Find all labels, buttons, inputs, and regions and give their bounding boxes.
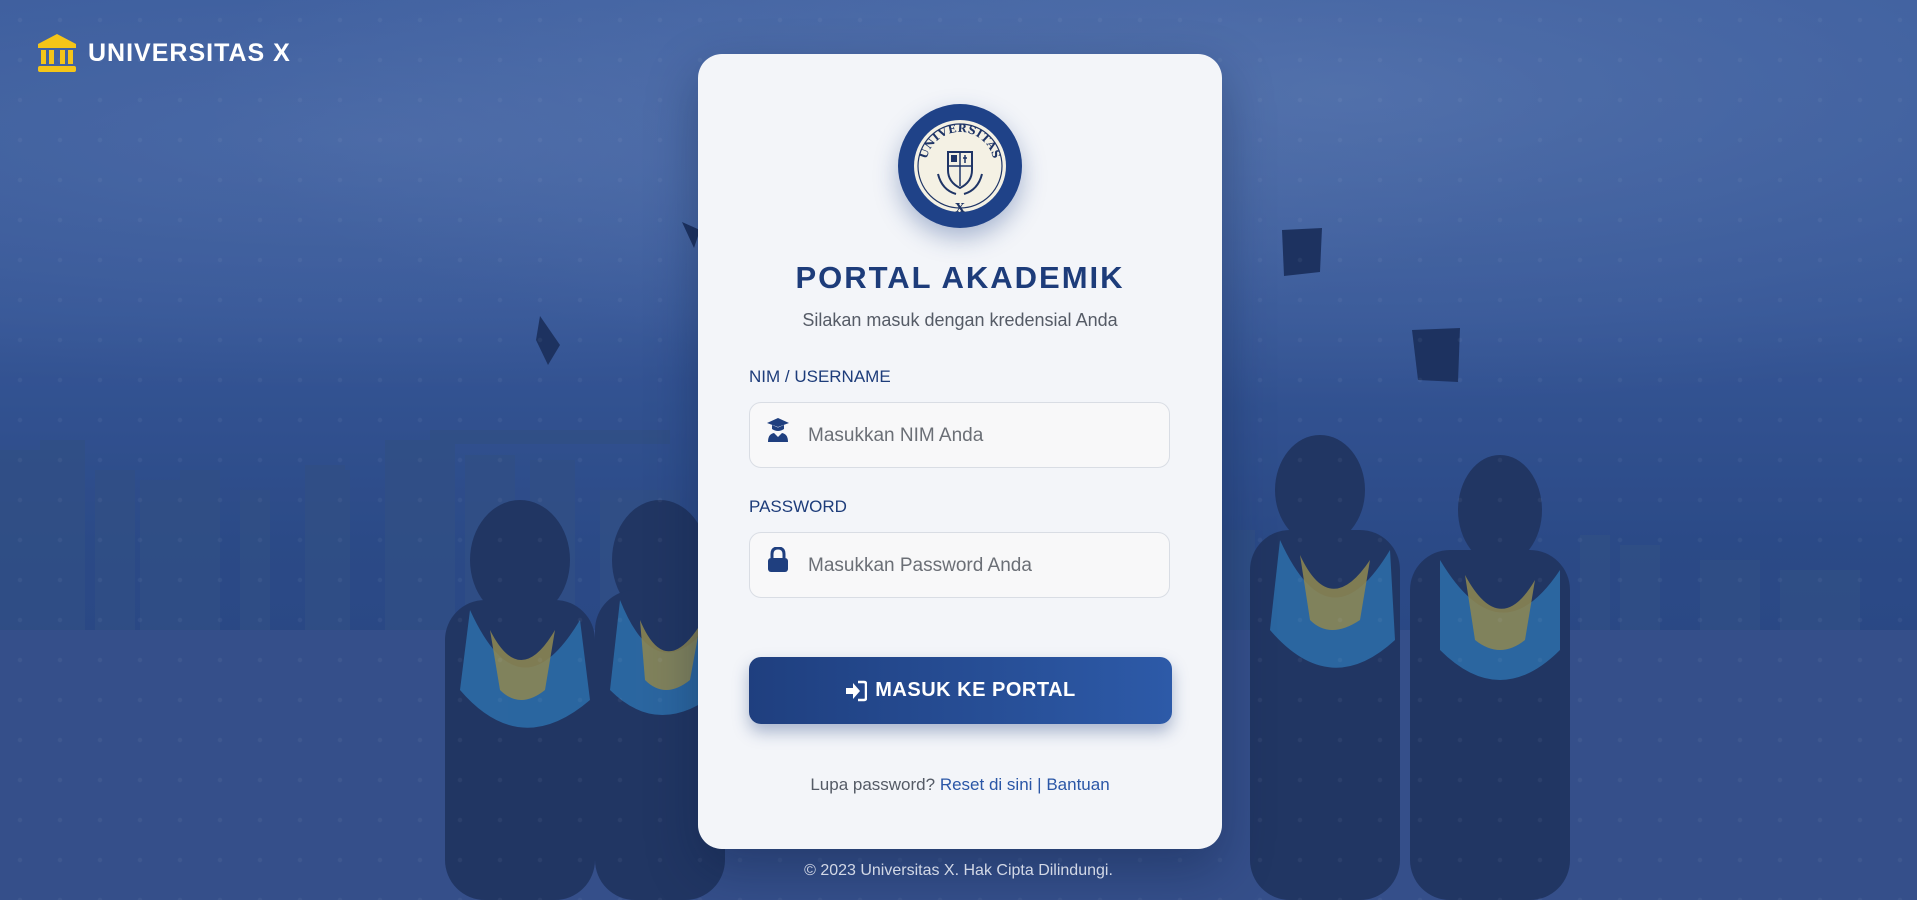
brand[interactable]: UNIVERSITAS X [36,32,291,74]
help-links: Lupa password? Reset di sini | Bantuan [698,775,1222,795]
link-separator: | [1037,775,1042,794]
username-field[interactable] [749,402,1170,469]
login-submit-button[interactable]: MASUK KE PORTAL [749,657,1172,724]
password-label: PASSWORD [749,497,847,516]
reset-password-link[interactable]: Reset di sini [940,775,1033,794]
login-submit-label: MASUK KE PORTAL [875,679,1076,701]
page-subtitle: Silakan masuk dengan kredensial Anda [802,310,1118,330]
forgot-password-text: Lupa password? [810,775,936,794]
password-field[interactable] [749,532,1170,599]
footer-copyright: © 2023 Universitas X. Hak Cipta Dilindun… [804,862,1113,879]
username-label: NIM / USERNAME [749,367,891,386]
sign-in-icon [846,680,868,701]
seal-emblem-icon: UNIVERSITAS X [914,120,1006,215]
university-icon [38,34,76,72]
university-seal: UNIVERSITAS X [898,104,1022,228]
seal-bottom-text: X [955,201,965,215]
page-title: PORTAL AKADEMIK [795,260,1125,295]
graduate-user-icon [767,418,789,442]
help-link[interactable]: Bantuan [1046,775,1109,794]
lock-icon [768,547,788,572]
username-input[interactable] [806,403,1160,469]
login-card: UNIVERSITAS X PORTAL AKADEMIK Silakan ma… [698,54,1222,849]
brand-name: UNIVERSITAS X [88,38,291,67]
password-input[interactable] [806,533,1160,599]
